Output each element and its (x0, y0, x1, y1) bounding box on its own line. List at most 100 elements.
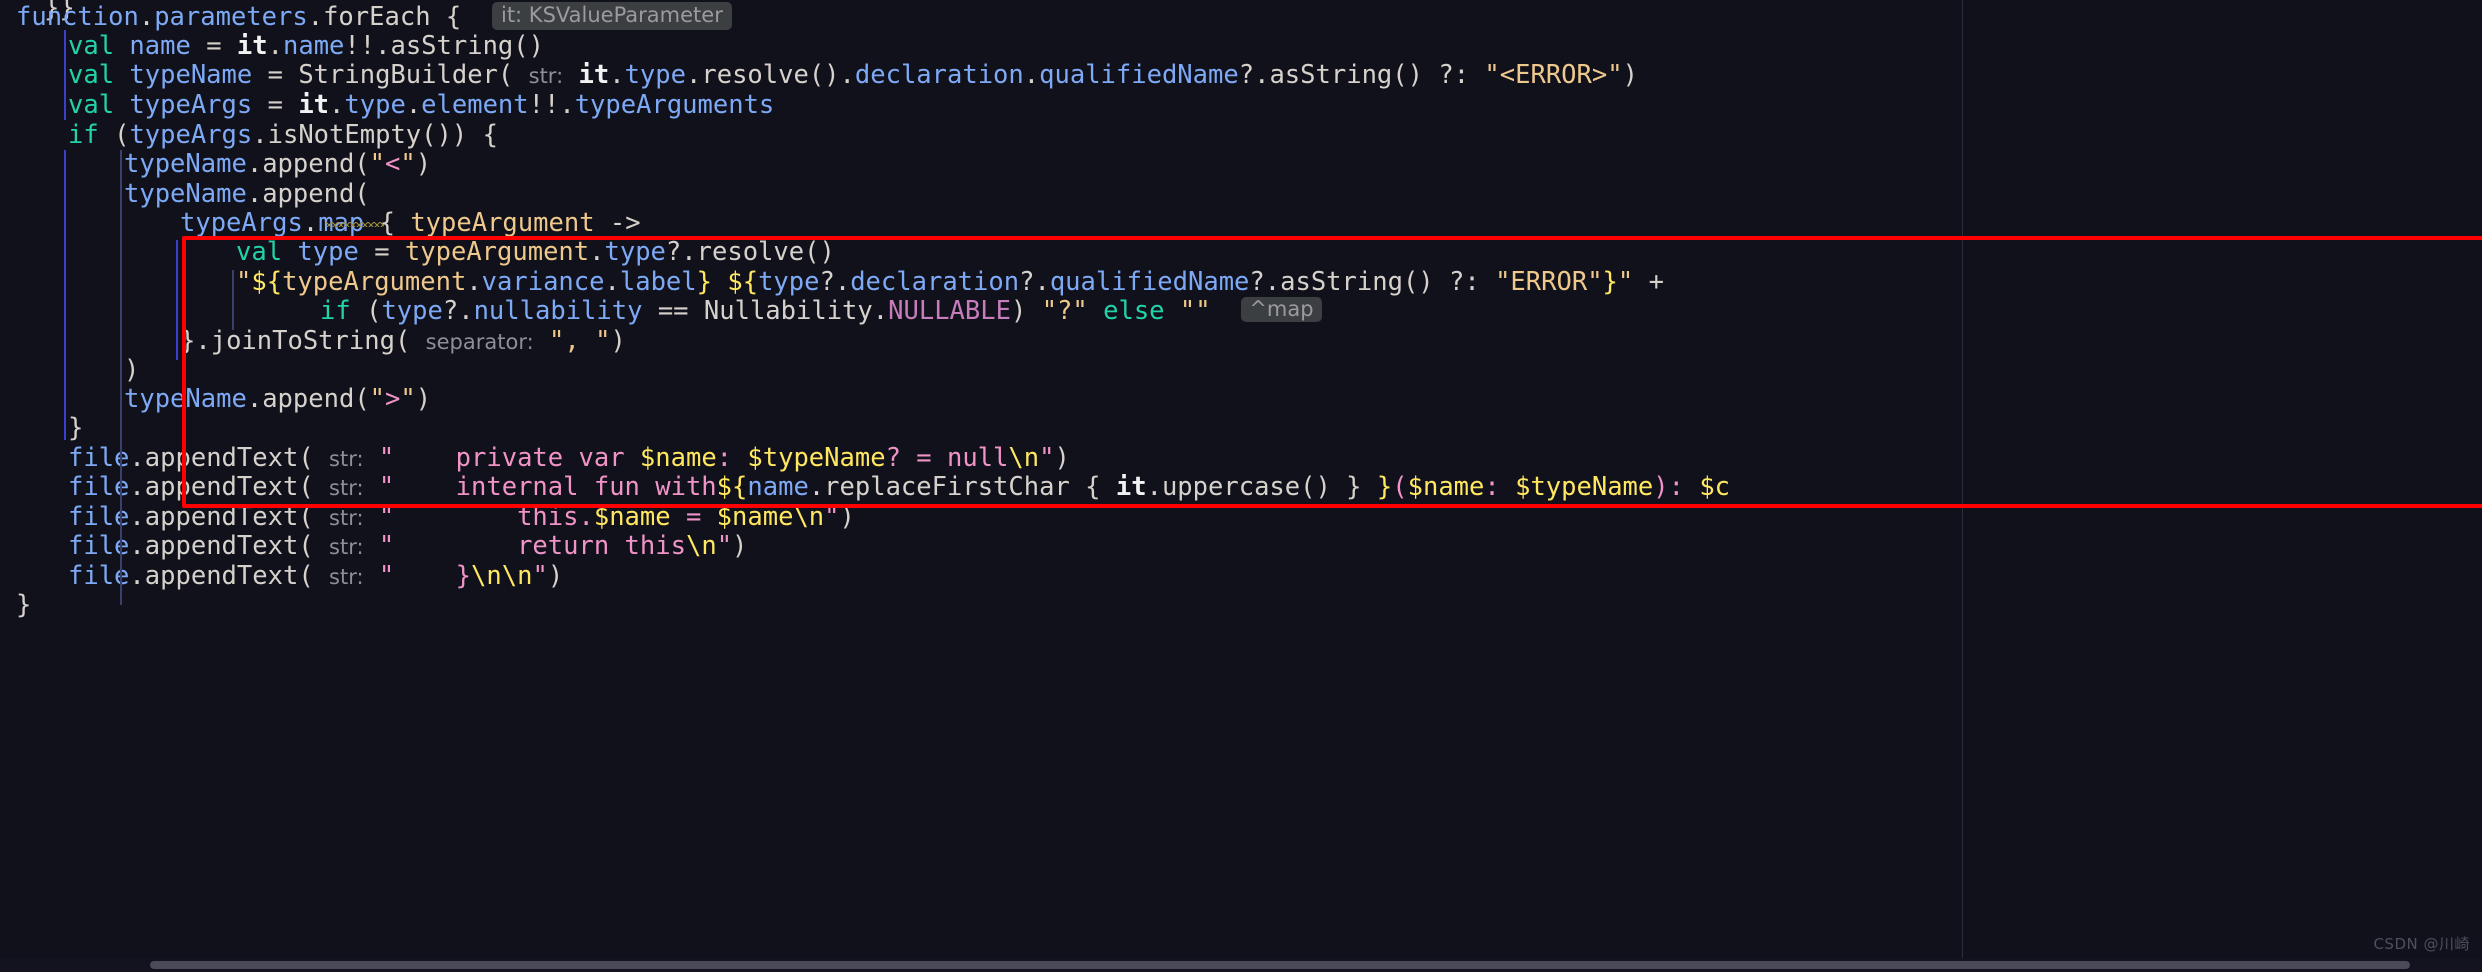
code-token: ", " (549, 326, 611, 356)
code-token: append (262, 179, 355, 209)
code-token: ?. (1249, 267, 1281, 297)
code-line[interactable]: file.appendText( str: " private var $nam… (0, 443, 1070, 474)
code-token: ) (1010, 296, 1042, 326)
code-token: resolve (701, 60, 809, 90)
code-line[interactable]: } (0, 413, 83, 444)
code-token: " (1039, 443, 1055, 473)
code-token: ) (610, 326, 626, 356)
code-line[interactable]: function.parameters.forEach { it: KSValu… (0, 2, 732, 32)
code-token: = (670, 502, 717, 532)
code-token: append (262, 149, 355, 179)
code-line[interactable]: ) (0, 355, 139, 386)
code-token: ) (732, 531, 748, 561)
code-token: val (236, 237, 283, 267)
code-token: (). (808, 60, 855, 90)
code-line[interactable]: "${typeArgument.variance.label} ${type?.… (0, 267, 1664, 298)
code-token: if (320, 296, 351, 326)
code-token: $name (716, 502, 794, 532)
code-line[interactable]: if (type?.nullability == Nullability.NUL… (0, 296, 1322, 327)
code-token: ): (1653, 472, 1700, 502)
code-token: ( (394, 326, 426, 356)
code-token: type (624, 60, 686, 90)
code-token: \n (685, 531, 717, 561)
code-token: nullability (473, 296, 643, 326)
code-token: StringBuilder (298, 60, 498, 90)
parameter-name-hint: str: (329, 565, 364, 589)
code-token: ?. (1019, 267, 1050, 297)
code-token: !!. (344, 31, 391, 61)
code-token: } (1376, 472, 1393, 502)
code-line[interactable]: }.joinToString( separator: ", ") (0, 326, 626, 357)
code-token: else (1103, 296, 1165, 326)
code-token: !!. (528, 90, 575, 120)
code-line[interactable]: file.appendText( str: " return this\n") (0, 531, 748, 562)
lambda-end-hint-chip[interactable]: ^map (1241, 297, 1322, 322)
horizontal-scrollbar-thumb[interactable] (150, 961, 2410, 969)
code-token: name (747, 472, 809, 502)
code-token: ( (350, 296, 382, 326)
code-token: name (129, 31, 191, 61)
code-token: \n\n (471, 561, 533, 591)
code-token: " (378, 561, 456, 591)
inlay-hint-chip[interactable]: it: KSValueParameter (491, 2, 732, 30)
code-token: = (190, 31, 237, 61)
parameter-name-hint: separator: (425, 330, 534, 354)
code-token: " (824, 502, 840, 532)
code-token: type (297, 237, 359, 267)
code-line[interactable]: } (0, 590, 31, 621)
code-token: ( (354, 149, 370, 179)
code-editor[interactable]: }} function.parameters.forEach { it: KSVa… (0, 0, 2482, 972)
code-line[interactable]: typeArgs.map { typeArgument -> (0, 208, 641, 239)
code-token: " (400, 149, 416, 179)
code-token: resolve (696, 237, 805, 267)
code-token: private var (455, 443, 640, 473)
code-token: " (369, 384, 386, 414)
parameter-name-hint: str: (528, 64, 564, 88)
code-token: ?. (819, 267, 851, 297)
code-token: -> (594, 208, 641, 238)
horizontal-scrollbar-track[interactable] (0, 958, 2482, 972)
code-token: it (298, 90, 330, 120)
code-line[interactable]: val name = it.name!!.asString() (0, 31, 544, 62)
code-token: "?" (1041, 296, 1088, 326)
code-token: ?. (665, 237, 697, 267)
code-token: = (252, 60, 299, 90)
parameter-name-hint: str: (329, 535, 364, 559)
code-line[interactable]: file.appendText( str: " internal fun wit… (0, 472, 1730, 503)
code-token: . (307, 2, 324, 32)
code-line[interactable]: val type = typeArgument.type?.resolve() (0, 237, 835, 268)
code-token: : (716, 443, 748, 473)
code-line[interactable]: typeName.append( (0, 179, 370, 210)
code-token: it (1115, 472, 1147, 502)
code-token: type (758, 267, 820, 297)
code-token: asString (1280, 267, 1403, 297)
code-token: ${ (727, 267, 759, 297)
code-line[interactable]: if (typeArgs.isNotEmpty()) { (0, 120, 498, 151)
code-token: appendText (144, 502, 299, 532)
code-token: ( (298, 502, 330, 532)
code-token: if (68, 120, 99, 150)
code-line[interactable]: file.appendText( str: " }\n\n") (0, 561, 563, 592)
code-token: asString (1269, 60, 1393, 90)
code-token: appendText (144, 561, 299, 591)
code-token: ()) { (421, 120, 498, 150)
code-line[interactable]: file.appendText( str: " this.$name = $na… (0, 502, 855, 533)
code-token: . (302, 208, 319, 238)
code-token: declaration (850, 267, 1020, 297)
code-token: { (430, 2, 462, 32)
code-token: return this (517, 531, 686, 561)
code-line[interactable]: val typeArgs = it.type.element!!.typeArg… (0, 90, 774, 121)
code-token: " (532, 561, 548, 591)
code-token: \n (1008, 443, 1040, 473)
code-token: : (1484, 472, 1516, 502)
code-text-area[interactable]: }} function.parameters.forEach { it: KSVa… (0, 0, 2482, 960)
code-token: . (808, 472, 825, 502)
code-token: . (129, 531, 145, 561)
code-line[interactable]: val typeName = StringBuilder( str: it.ty… (0, 60, 1638, 91)
